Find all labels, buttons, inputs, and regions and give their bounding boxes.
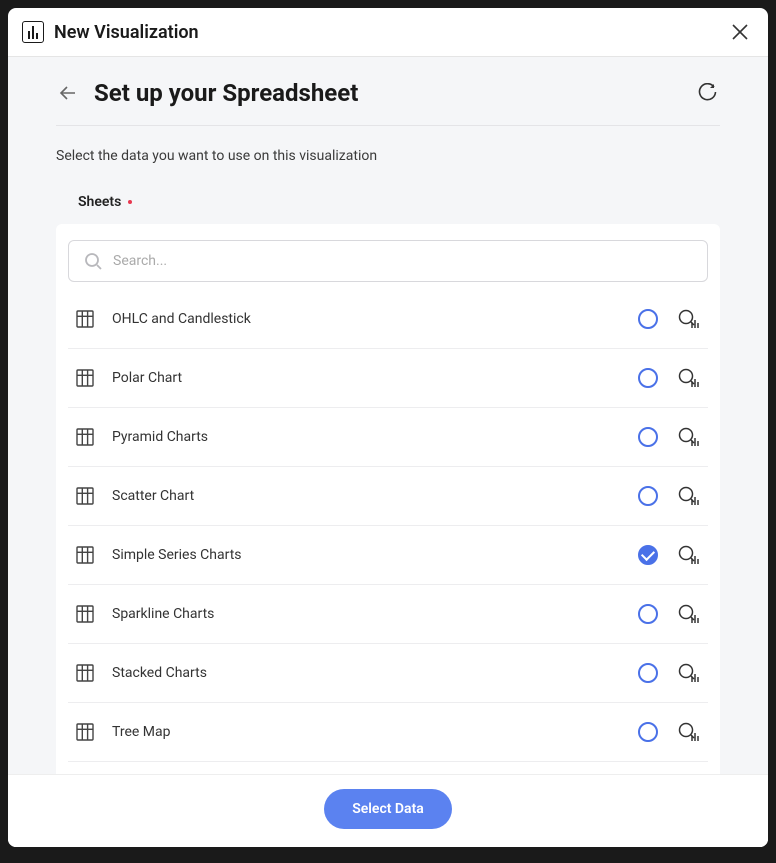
sheet-label: Stacked Charts xyxy=(112,665,638,681)
sheet-radio[interactable] xyxy=(638,545,658,565)
select-data-button[interactable]: Select Data xyxy=(324,789,452,829)
sheet-row[interactable]: Sparkline Charts xyxy=(68,585,708,644)
sheet-radio[interactable] xyxy=(638,309,658,329)
sheet-label: OHLC and Candlestick xyxy=(112,311,638,327)
titlebar: New Visualization xyxy=(8,8,768,57)
sheet-row[interactable]: Polar Chart xyxy=(68,349,708,408)
page-subtitle: Select the data you want to use on this … xyxy=(56,126,720,194)
search-icon xyxy=(83,251,103,271)
refresh-button[interactable] xyxy=(696,81,720,105)
modal-body: Set up your Spreadsheet Select the data … xyxy=(8,57,768,847)
sheet-radio[interactable] xyxy=(638,368,658,388)
sheet-label: Tree Map xyxy=(112,724,638,740)
sheet-radio[interactable] xyxy=(638,486,658,506)
sheet-row[interactable]: Pyramid Charts xyxy=(68,408,708,467)
close-icon xyxy=(731,23,749,41)
sheet-label: Scatter Chart xyxy=(112,488,638,504)
sheet-row[interactable]: Scatter Chart xyxy=(68,467,708,526)
sheet-radio[interactable] xyxy=(638,722,658,742)
sheet-label: Polar Chart xyxy=(112,370,638,386)
window-title: New Visualization xyxy=(54,22,728,43)
page-title: Set up your Spreadsheet xyxy=(94,79,682,107)
page-header: Set up your Spreadsheet xyxy=(56,57,720,125)
sheet-radio[interactable] xyxy=(638,604,658,624)
sheet-label: Pyramid Charts xyxy=(112,429,638,445)
sheet-list-card: OHLC and Candlestick Polar Chart Pyramid… xyxy=(56,224,720,774)
arrow-left-icon xyxy=(58,83,78,103)
sheet-row[interactable]: Stacked Charts xyxy=(68,644,708,703)
modal-window: New Visualization Set up your Spreadshee… xyxy=(8,8,768,847)
sheet-label: Simple Series Charts xyxy=(112,547,638,563)
bar-chart-icon xyxy=(22,21,44,43)
section-label: Sheets xyxy=(56,194,720,224)
footer: Select Data xyxy=(8,774,768,847)
sheet-row[interactable]: Simple Series Charts xyxy=(68,526,708,585)
section-label-text: Sheets xyxy=(78,194,121,210)
sheet-radio[interactable] xyxy=(638,427,658,447)
refresh-icon xyxy=(698,83,718,103)
content: Set up your Spreadsheet Select the data … xyxy=(8,57,768,774)
sheet-row[interactable]: Tree Map xyxy=(68,703,708,762)
search-input[interactable] xyxy=(113,253,693,269)
back-button[interactable] xyxy=(56,81,80,105)
sheet-label: Sparkline Charts xyxy=(112,606,638,622)
sheet-radio[interactable] xyxy=(638,663,658,683)
close-button[interactable] xyxy=(728,20,752,44)
required-indicator-icon xyxy=(128,200,132,204)
search-field[interactable] xyxy=(68,240,708,282)
sheet-list: OHLC and Candlestick Polar Chart Pyramid… xyxy=(68,290,708,762)
sheet-row[interactable]: OHLC and Candlestick xyxy=(68,290,708,349)
